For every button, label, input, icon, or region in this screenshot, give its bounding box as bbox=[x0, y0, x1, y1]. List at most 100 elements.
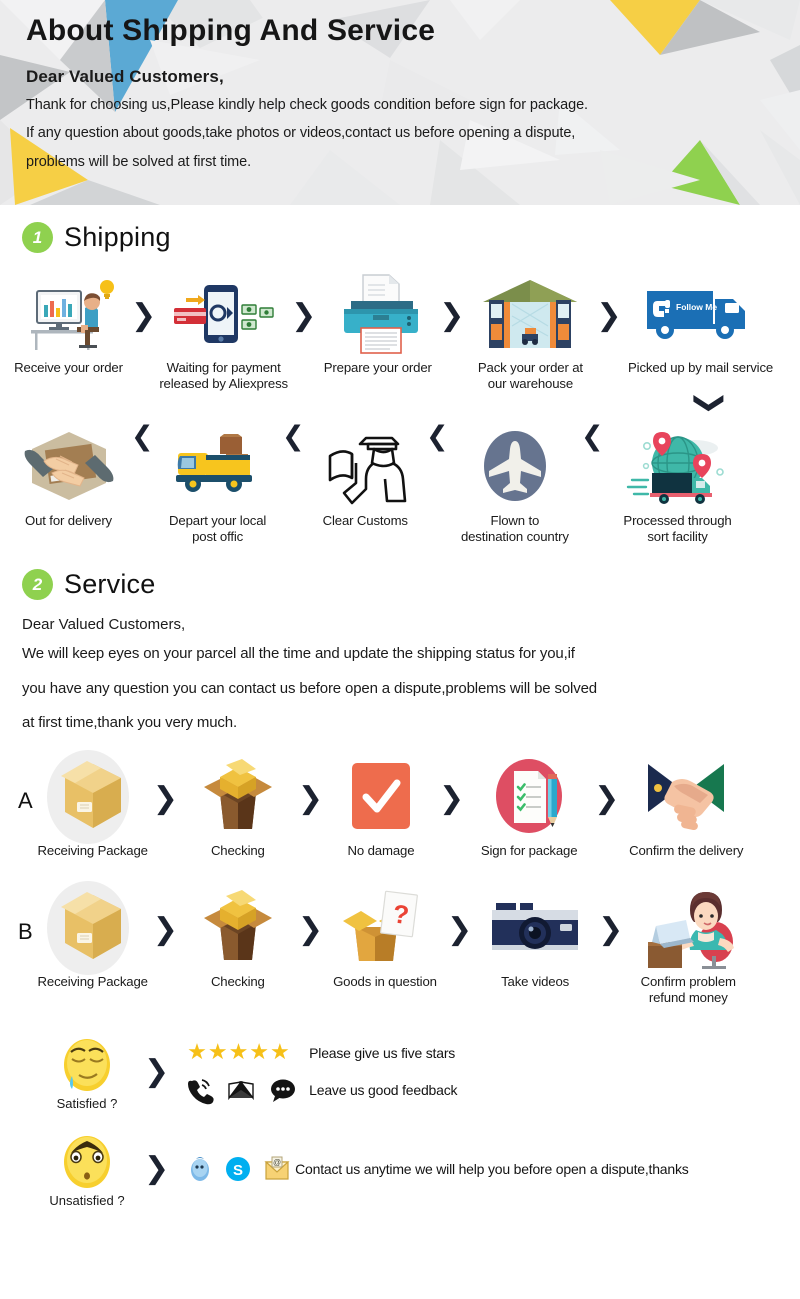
service-flow-b: B Receiving Package ❯ Checking ❯ ? Goods… bbox=[0, 881, 800, 1006]
chevron-right-icon: ❯ bbox=[152, 780, 178, 816]
chevron-right-icon: ❯ bbox=[297, 780, 323, 816]
step-a-confirm-delivery: Confirm the delivery bbox=[619, 756, 753, 859]
chevron-right-icon: ❯ bbox=[598, 912, 624, 948]
feedback-satisfied-row: Satisfied ? ❯ ★★★★★ Please give us five … bbox=[0, 1032, 800, 1111]
unsatisfied-contact-text: Contact us anytime we will help you befo… bbox=[295, 1160, 689, 1177]
step-depart-local-post: Depart your local post offic bbox=[154, 426, 282, 545]
step-b-receiving-package: Receiving Package bbox=[33, 881, 153, 990]
shipping-flow-row-1: Receive your order ❯ Waiting for payment… bbox=[0, 273, 800, 392]
step-label: Prepare your order bbox=[323, 360, 432, 375]
mail-truck-icon: Follow Me bbox=[622, 273, 780, 353]
five-star-rating: ★★★★★ bbox=[187, 1040, 291, 1066]
chevron-right-icon: ❯ bbox=[144, 1053, 170, 1089]
chevron-left-icon: ❯ bbox=[426, 424, 449, 456]
worried-face-icon bbox=[48, 1129, 126, 1191]
warehouse-icon bbox=[464, 273, 596, 353]
satisfied-actions: ★★★★★ Please give us five stars Leave us… bbox=[187, 1040, 458, 1105]
chevron-down-icon: ❯ bbox=[692, 390, 728, 416]
svg-text:S: S bbox=[233, 1162, 243, 1179]
step-label: Waiting for payment released by Aliexpre… bbox=[159, 360, 288, 392]
step-clear-customs: Clear Customs bbox=[304, 426, 426, 529]
section-badge-1: 1 bbox=[22, 222, 53, 253]
page-header: About Shipping And Service Dear Valued C… bbox=[0, 0, 800, 205]
package-box-icon bbox=[33, 749, 153, 844]
chat-bubble-icon bbox=[271, 1079, 296, 1103]
step-label: Depart your local post offic bbox=[169, 513, 267, 545]
section-badge-2: 2 bbox=[22, 569, 53, 601]
handshake-icon bbox=[619, 756, 753, 836]
step-prepare-your-order: Prepare your order bbox=[316, 273, 439, 376]
service-title: Service bbox=[64, 569, 156, 600]
chevron-right-icon: ❯ bbox=[152, 912, 178, 948]
step-label: Receive your order bbox=[14, 360, 123, 375]
step-b-take-videos: Take videos bbox=[472, 887, 598, 990]
shipping-flow-row-2: Out for delivery ❯ Depart your local pos… bbox=[0, 424, 800, 545]
step-label: Goods in question bbox=[333, 974, 437, 990]
step-receive-your-order: Receive your order bbox=[6, 273, 131, 376]
package-box-icon bbox=[33, 881, 153, 976]
step-label: Out for delivery bbox=[24, 513, 112, 529]
chevron-right-icon: ❯ bbox=[291, 298, 317, 333]
step-label: Checking bbox=[210, 842, 265, 858]
svg-text:@: @ bbox=[273, 1158, 281, 1167]
skype-icon: S bbox=[226, 1156, 251, 1181]
shipping-title: Shipping bbox=[64, 222, 171, 252]
service-section-heading: 2 Service bbox=[0, 569, 800, 601]
service-salutation: Dear Valued Customers, bbox=[22, 616, 186, 634]
chevron-right-icon: ❯ bbox=[438, 780, 465, 816]
flow-a-marker: A bbox=[18, 787, 33, 813]
open-box-icon bbox=[178, 756, 298, 836]
chevron-right-icon: ❯ bbox=[144, 1150, 170, 1186]
email-icon: @ bbox=[264, 1156, 290, 1180]
page-title: About Shipping And Service bbox=[26, 14, 436, 47]
step-out-for-delivery: Out for delivery bbox=[6, 426, 131, 529]
step-label: Picked up by mail service bbox=[628, 360, 774, 375]
chevron-right-icon: ❯ bbox=[446, 912, 473, 948]
open-box-icon bbox=[178, 887, 298, 967]
satisfied-label: Satisfied ? bbox=[56, 1096, 118, 1112]
service-body-line-2: you have any question you can contact us… bbox=[22, 679, 597, 697]
question-box-icon: ? bbox=[323, 887, 447, 967]
step-label: Receiving Package bbox=[37, 974, 148, 990]
step-flown-to-destination: Flown to destination country bbox=[449, 426, 581, 545]
step-label: Receiving Package bbox=[37, 842, 148, 858]
feedback-text: Leave us good feedback bbox=[309, 1082, 458, 1099]
step-label: Pack your order at our warehouse bbox=[477, 360, 583, 392]
flow-b-marker: B bbox=[18, 919, 33, 945]
chevron-right-icon: ❯ bbox=[596, 298, 622, 333]
step-picked-up-by-mail: Follow Me Picked up by mail service bbox=[622, 273, 780, 376]
handing-package-icon bbox=[6, 426, 131, 506]
step-label: Sign for package bbox=[480, 842, 578, 858]
step-label: Confirm problem refund money bbox=[640, 974, 736, 1006]
unsatisfied-block: Unsatisfied ? bbox=[48, 1129, 126, 1208]
clipboard-pencil-icon bbox=[464, 756, 594, 836]
header-salutation: Dear Valued Customers, bbox=[26, 66, 224, 86]
step-label: Checking bbox=[210, 974, 265, 990]
chevron-left-icon: ❯ bbox=[580, 424, 604, 456]
unsatisfied-actions: S @ Contact us anytime we will help you … bbox=[187, 1155, 689, 1183]
step-b-goods-in-question: ? Goods in question bbox=[323, 887, 447, 990]
feedback-unsatisfied-row: Unsatisfied ? ❯ S @ Contact us anytime w… bbox=[0, 1129, 800, 1208]
chevron-left-icon: ❯ bbox=[131, 424, 154, 456]
service-body-line-3: at first time,thank you very much. bbox=[22, 713, 237, 731]
customs-officer-icon bbox=[304, 426, 426, 506]
chevron-left-icon: ❯ bbox=[281, 424, 305, 456]
service-paragraph: Dear Valued Customers, We will keep eyes… bbox=[0, 616, 800, 740]
relieved-face-icon bbox=[48, 1032, 126, 1094]
checkmark-icon bbox=[323, 756, 439, 836]
step-label: Processed through sort facility bbox=[623, 513, 732, 545]
step-label: Flown to destination country bbox=[460, 513, 569, 545]
header-line-1: Thank for choosing us,Please kindly help… bbox=[26, 96, 588, 113]
svg-text:Follow Me: Follow Me bbox=[676, 302, 717, 312]
header-line-2: If any question about goods,take photos … bbox=[26, 125, 576, 142]
step-a-checking: Checking bbox=[178, 756, 298, 859]
step-label: No damage bbox=[347, 842, 415, 858]
phone-icon bbox=[188, 1079, 214, 1105]
globe-sort-facility-icon bbox=[604, 426, 752, 506]
header-line-3: problems will be solved at first time. bbox=[26, 153, 252, 170]
step-label: Clear Customs bbox=[322, 513, 408, 529]
satisfied-block: Satisfied ? bbox=[48, 1032, 126, 1111]
airplane-icon bbox=[449, 426, 581, 506]
step-a-sign-for-package: Sign for package bbox=[464, 756, 594, 859]
step-b-checking: Checking bbox=[178, 887, 298, 990]
